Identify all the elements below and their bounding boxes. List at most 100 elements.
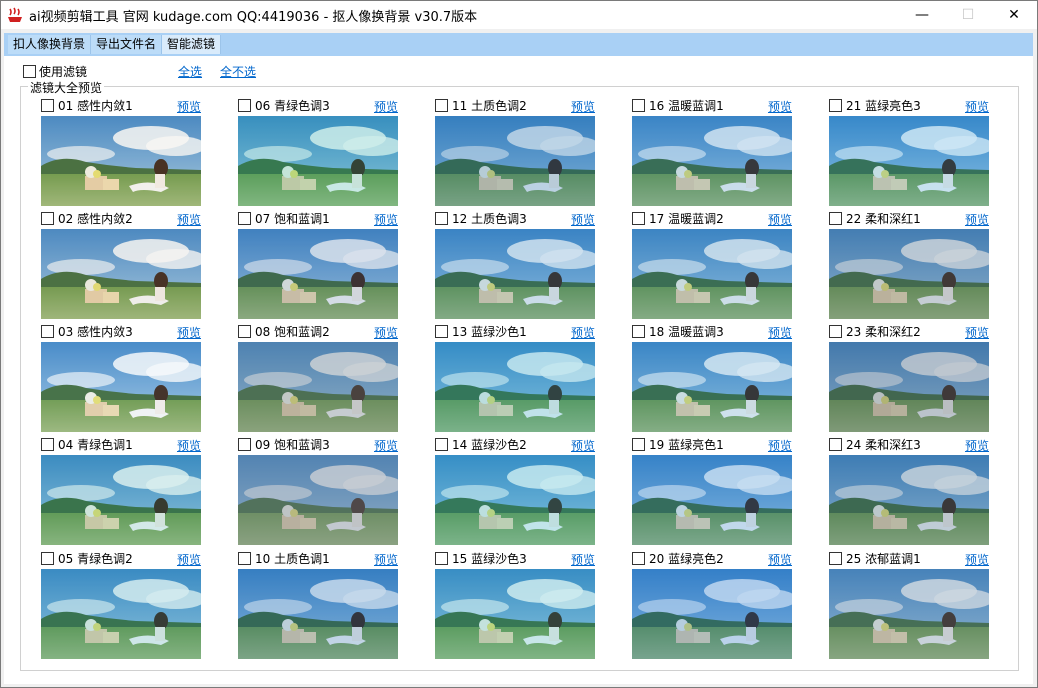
filter-panel: 使用滤镜 全选 全不选 滤镜大全预览 01 感性内敛1 预览 02 感性内敛2 … [4,56,1033,684]
select-all-link[interactable]: 全选 [178,63,202,80]
filter-checkbox[interactable] [632,98,645,112]
maximize-button[interactable]: ☐ [945,1,991,29]
filter-thumbnail[interactable] [435,455,595,545]
filter-thumbnail[interactable] [632,116,792,206]
filter-thumbnail[interactable] [829,229,989,319]
filter-checkbox[interactable] [435,324,448,338]
filter-checkbox[interactable] [829,324,842,338]
filter-item-header: 14 蓝绿沙色2 预览 [435,436,595,454]
filter-thumbnail[interactable] [435,569,595,659]
filter-item-header: 11 土质色调2 预览 [435,97,595,115]
filter-checkbox[interactable] [238,551,251,565]
filter-checkbox[interactable] [41,211,54,225]
filter-checkbox[interactable] [829,211,842,225]
tab-smart-filter[interactable]: 智能滤镜 [162,35,222,54]
filter-checkbox[interactable] [238,437,251,451]
filter-checkbox[interactable] [632,324,645,338]
preview-link[interactable]: 预览 [965,98,989,115]
tab-cutout-background[interactable]: 扣人像换背景 [8,35,92,54]
filter-checkbox[interactable] [829,437,842,451]
filter-label: 16 温暖蓝调1 [649,98,724,113]
filter-checkbox[interactable] [41,324,54,338]
filter-thumbnail[interactable] [632,455,792,545]
filter-label: 06 青绿色调3 [255,98,330,113]
filter-thumbnail[interactable] [238,455,398,545]
filter-item: 14 蓝绿沙色2 预览 [435,436,595,546]
filter-checkbox[interactable] [41,551,54,565]
filter-thumbnail[interactable] [435,229,595,319]
filter-checkbox[interactable] [238,324,251,338]
filter-thumbnail[interactable] [632,342,792,432]
preview-link[interactable]: 预览 [571,551,595,568]
preview-link[interactable]: 预览 [374,211,398,228]
preview-link[interactable]: 预览 [374,551,398,568]
filter-thumbnail[interactable] [41,455,201,545]
filter-thumbnail[interactable] [41,569,201,659]
filter-thumbnail[interactable] [829,455,989,545]
filter-checkbox[interactable] [829,551,842,565]
filter-thumbnail[interactable] [632,229,792,319]
preview-link[interactable]: 预览 [965,324,989,341]
filter-thumbnail[interactable] [829,569,989,659]
minimize-button[interactable]: — [899,1,945,29]
filter-thumbnail[interactable] [238,116,398,206]
use-filter-checkbox[interactable]: 使用滤镜 [23,63,87,80]
preview-link[interactable]: 预览 [768,551,792,568]
preview-link[interactable]: 预览 [965,551,989,568]
filter-thumbnail[interactable] [238,229,398,319]
filter-item: 02 感性内敛2 预览 [41,210,201,320]
close-button[interactable]: ✕ [991,1,1037,29]
preview-link[interactable]: 预览 [768,98,792,115]
checkbox-box[interactable] [23,65,36,78]
preview-link[interactable]: 预览 [374,98,398,115]
preview-link[interactable]: 预览 [965,437,989,454]
filter-thumbnail[interactable] [435,116,595,206]
preview-link[interactable]: 预览 [965,211,989,228]
filter-checkbox[interactable] [435,98,448,112]
filter-label: 13 蓝绿沙色1 [452,324,527,339]
preview-link[interactable]: 预览 [768,211,792,228]
filter-thumbnail[interactable] [41,229,201,319]
filter-checkbox[interactable] [435,551,448,565]
filter-checkbox[interactable] [435,437,448,451]
preview-link[interactable]: 预览 [177,211,201,228]
filter-checkbox[interactable] [238,211,251,225]
filter-thumbnail[interactable] [238,342,398,432]
preview-link[interactable]: 预览 [374,324,398,341]
filter-checkbox[interactable] [435,211,448,225]
filter-checkbox[interactable] [829,98,842,112]
filter-item-header: 09 饱和蓝调3 预览 [238,436,398,454]
preview-link[interactable]: 预览 [571,98,595,115]
preview-link[interactable]: 预览 [571,324,595,341]
tab-export-filename[interactable]: 导出文件名 [91,35,163,54]
preview-link[interactable]: 预览 [177,324,201,341]
filter-thumbnail[interactable] [238,569,398,659]
filter-thumbnail[interactable] [829,342,989,432]
filter-checkbox[interactable] [632,551,645,565]
filter-item: 19 蓝绿亮色1 预览 [632,436,792,546]
filter-label: 11 土质色调2 [452,98,527,113]
preview-link[interactable]: 预览 [571,211,595,228]
preview-link[interactable]: 预览 [177,98,201,115]
filter-checkbox[interactable] [41,437,54,451]
filter-thumbnail[interactable] [41,116,201,206]
filter-thumbnail[interactable] [632,569,792,659]
filter-item: 11 土质色调2 预览 [435,97,595,207]
preview-link[interactable]: 预览 [768,437,792,454]
filter-checkbox[interactable] [41,98,54,112]
preview-link[interactable]: 预览 [177,437,201,454]
filter-label: 10 土质色调1 [255,551,330,566]
select-none-link[interactable]: 全不选 [220,63,256,80]
filter-thumbnail[interactable] [829,116,989,206]
preview-link[interactable]: 预览 [768,324,792,341]
filter-item-header: 06 青绿色调3 预览 [238,97,398,115]
preview-link[interactable]: 预览 [177,551,201,568]
filter-checkbox[interactable] [632,211,645,225]
filter-thumbnail[interactable] [435,342,595,432]
filter-checkbox[interactable] [632,437,645,451]
filter-thumbnail[interactable] [41,342,201,432]
preview-link[interactable]: 预览 [374,437,398,454]
preview-link[interactable]: 预览 [571,437,595,454]
title-bar[interactable]: ai视频剪辑工具 官网 kudage.com QQ:4419036 - 抠人像换… [1,1,1037,29]
filter-checkbox[interactable] [238,98,251,112]
